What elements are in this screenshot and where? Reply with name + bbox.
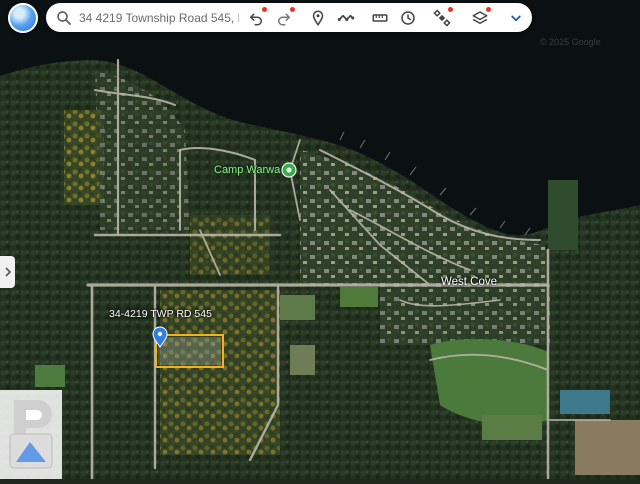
map-toolbar	[46, 3, 532, 32]
side-panel-toggle[interactable]	[0, 256, 15, 288]
ruler-icon	[372, 14, 388, 22]
field	[340, 287, 378, 307]
camp-warwa-label[interactable]: Camp Warwa	[214, 164, 280, 176]
location-pin-icon	[312, 10, 324, 27]
place-pin	[281, 162, 297, 178]
field	[548, 180, 578, 250]
brand-logo	[0, 390, 62, 479]
undo-button[interactable]	[244, 6, 268, 30]
measure-button[interactable]	[368, 6, 392, 30]
search-input[interactable]	[79, 7, 239, 28]
pond	[560, 390, 610, 414]
layers-button[interactable]	[468, 6, 492, 30]
expand-button[interactable]	[504, 6, 528, 30]
fall-forest	[190, 215, 270, 275]
parcel-address-label: 34-4219 TWP RD 545	[109, 308, 212, 320]
field	[482, 415, 542, 440]
route-icon	[337, 14, 355, 21]
route-button[interactable]	[334, 6, 358, 30]
search-icon[interactable]	[55, 9, 73, 27]
chevron-right-icon	[4, 267, 11, 277]
satellite-map[interactable]	[0, 0, 640, 479]
map-copyright: © 2025 Google	[540, 37, 601, 47]
field	[280, 295, 315, 320]
field	[575, 420, 640, 475]
location-pin-button[interactable]	[306, 6, 330, 30]
residential	[380, 285, 550, 345]
history-icon	[401, 11, 415, 25]
chevron-down-icon	[511, 15, 521, 22]
satellite-button[interactable]	[430, 6, 454, 30]
west-cove-label: West Cove	[441, 276, 498, 288]
field	[290, 345, 315, 375]
redo-button[interactable]	[272, 6, 296, 30]
history-button[interactable]	[396, 6, 420, 30]
field	[35, 365, 65, 387]
globe-icon[interactable]	[8, 3, 38, 33]
